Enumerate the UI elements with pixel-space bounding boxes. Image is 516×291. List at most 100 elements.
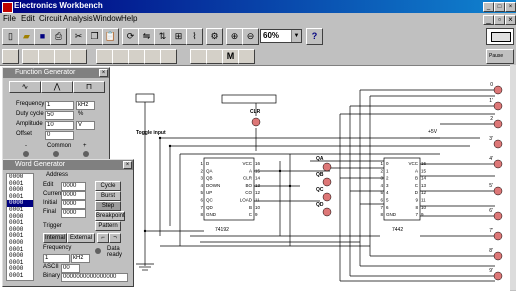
zoom-select[interactable]: 60% ▼ <box>260 29 302 43</box>
wg-binary-input[interactable]: 0000000000000000 <box>61 273 128 282</box>
clr-switch[interactable] <box>221 94 277 104</box>
trigger-rising-edge-button[interactable]: ⌐ <box>97 233 109 243</box>
fg-plus-terminal[interactable] <box>83 151 89 157</box>
decoder-pin-label: VCC <box>408 161 418 166</box>
step-button[interactable]: Step <box>95 201 121 211</box>
burst-button[interactable]: Burst <box>95 191 121 201</box>
parts-bin-logic-icon[interactable] <box>128 49 145 64</box>
wg-frequency-unit-select[interactable]: kHz <box>71 254 90 263</box>
chevron-down-icon[interactable]: ▼ <box>291 30 301 42</box>
graph-icon[interactable]: ⌇ <box>186 28 203 45</box>
parts-bin-diodes-icon[interactable] <box>38 49 55 64</box>
wg-data-ready-terminal[interactable] <box>95 248 101 254</box>
menu-help[interactable]: Help <box>121 14 137 23</box>
wg-edit-input[interactable]: 0000 <box>61 182 86 191</box>
fg-amplitude-input[interactable]: 10 <box>45 121 74 130</box>
word-list-item[interactable]: 0001 <box>7 272 33 280</box>
triangle-wave-button[interactable]: ⋀ <box>41 81 73 93</box>
parts-bin-digital-icon[interactable] <box>112 49 129 64</box>
output-label: 6' <box>489 208 493 214</box>
breakpoint-button[interactable]: Breakpoint <box>95 211 125 221</box>
copy-icon[interactable]: ❐ <box>86 28 103 45</box>
new-file-icon[interactable]: ▯ <box>2 28 19 45</box>
output-label: 4' <box>489 156 493 162</box>
parts-bin-instruments-icon[interactable] <box>206 49 223 64</box>
canvas-vertical-scrollbar[interactable] <box>510 65 516 290</box>
wg-frequency-input[interactable]: 1 <box>43 254 70 263</box>
help-button[interactable]: ? <box>306 28 323 45</box>
doc-minimize-button[interactable]: _ <box>483 15 494 25</box>
print-icon[interactable]: ⎙ <box>50 28 67 45</box>
counter-ic <box>203 157 255 221</box>
parts-bin-analog-icon[interactable] <box>70 49 87 64</box>
parts-bin-sources-icon[interactable] <box>2 49 19 64</box>
fg-minus-terminal[interactable] <box>23 151 29 157</box>
fg-frequency-unit-select[interactable]: kHz <box>76 101 95 110</box>
decoder-pin-number: 2 <box>380 168 383 173</box>
wg-current-input[interactable]: 0000 <box>61 191 86 200</box>
zoom-value: 60% <box>263 31 280 40</box>
fg-offset-input[interactable]: 0 <box>45 131 74 140</box>
rotate-icon[interactable]: ⟳ <box>122 28 139 45</box>
save-disk-icon[interactable]: ■ <box>34 28 51 45</box>
function-generator-title: Function Generator <box>15 69 76 76</box>
menu-window[interactable]: Window <box>93 14 121 23</box>
decoder-pin-number: 11 <box>421 198 426 203</box>
parts-bin-controls-icon[interactable] <box>160 49 177 64</box>
doc-close-button[interactable]: × <box>505 15 516 25</box>
zoom-in-icon[interactable]: ⊕ <box>226 28 243 45</box>
minimize-button[interactable]: _ <box>483 2 494 12</box>
parts-bin-meters-icon[interactable]: M <box>222 49 239 64</box>
zoom-out-icon[interactable]: ⊖ <box>242 28 259 45</box>
cut-icon[interactable]: ✂ <box>70 28 87 45</box>
function-generator-titlebar[interactable]: Function Generator × <box>3 68 109 78</box>
wg-initial-input[interactable]: 0000 <box>61 200 86 209</box>
pattern-button[interactable]: Pattern <box>95 221 121 231</box>
menu-analysis[interactable]: Analysis <box>63 14 93 23</box>
menu-edit[interactable]: Edit <box>21 14 35 23</box>
decoder-pin-label: 7 <box>415 212 418 217</box>
power-switch[interactable] <box>486 28 514 45</box>
word-generator-close-button[interactable]: × <box>123 161 132 169</box>
wg-ascii-input[interactable]: 00 <box>61 264 80 273</box>
external-trigger-button[interactable]: External <box>67 233 95 243</box>
parts-bin-custom-icon[interactable] <box>238 49 255 64</box>
fg-frequency-input[interactable]: 1 <box>45 101 74 110</box>
sine-wave-button[interactable]: ∿ <box>9 81 41 93</box>
menu-circuit[interactable]: Circuit <box>39 14 62 23</box>
parts-bin-misc-icon[interactable] <box>190 49 207 64</box>
toggle-switch[interactable] <box>135 93 155 103</box>
decoder-pin-label: GND <box>386 212 397 217</box>
app-icon[interactable] <box>2 2 13 13</box>
pause-button[interactable]: Pause <box>486 49 514 64</box>
open-folder-icon[interactable]: ▰ <box>18 28 35 45</box>
subcircuit-icon[interactable]: ⊞ <box>170 28 187 45</box>
probe-out-9 <box>493 271 503 281</box>
clr-probe <box>251 117 261 127</box>
flip-horizontal-icon[interactable]: ⇋ <box>138 28 155 45</box>
trigger-falling-edge-button[interactable]: ¬ <box>109 233 121 243</box>
component-properties-icon[interactable]: ⚙ <box>206 28 223 45</box>
parts-bin-transistors-icon[interactable] <box>54 49 71 64</box>
menu-file[interactable]: File <box>3 14 16 23</box>
cycle-button[interactable]: Cycle <box>95 181 121 191</box>
flip-vertical-icon[interactable]: ⇅ <box>154 28 171 45</box>
fg-duty-input[interactable]: 50 <box>45 111 74 120</box>
doc-restore-button[interactable]: ▫ <box>494 15 505 25</box>
wg-final-input[interactable]: 0000 <box>61 209 86 218</box>
internal-trigger-button[interactable]: Internal <box>43 233 67 243</box>
parts-bin-indicators-icon[interactable] <box>144 49 161 64</box>
maximize-button[interactable]: □ <box>494 2 505 12</box>
function-generator-close-button[interactable]: × <box>99 69 108 77</box>
fg-amplitude-unit-select[interactable]: V <box>76 121 95 130</box>
paste-icon[interactable]: 📋 <box>102 28 119 45</box>
parts-bin-mixed-icon[interactable] <box>96 49 113 64</box>
parts-bin-basic-icon[interactable] <box>22 49 39 64</box>
fg-common-terminal[interactable] <box>53 151 59 157</box>
square-wave-button[interactable]: ⊓ <box>73 81 105 93</box>
close-button[interactable]: × <box>505 2 516 12</box>
word-generator-titlebar[interactable]: Word Generator × <box>3 160 133 170</box>
wg-edit-label: Edit <box>43 182 54 188</box>
counter-pin-label: QD <box>206 205 214 210</box>
word-list[interactable]: 0000 0001 0000 0001 0000 0001 0000 0001 0000 0001… <box>6 173 34 281</box>
